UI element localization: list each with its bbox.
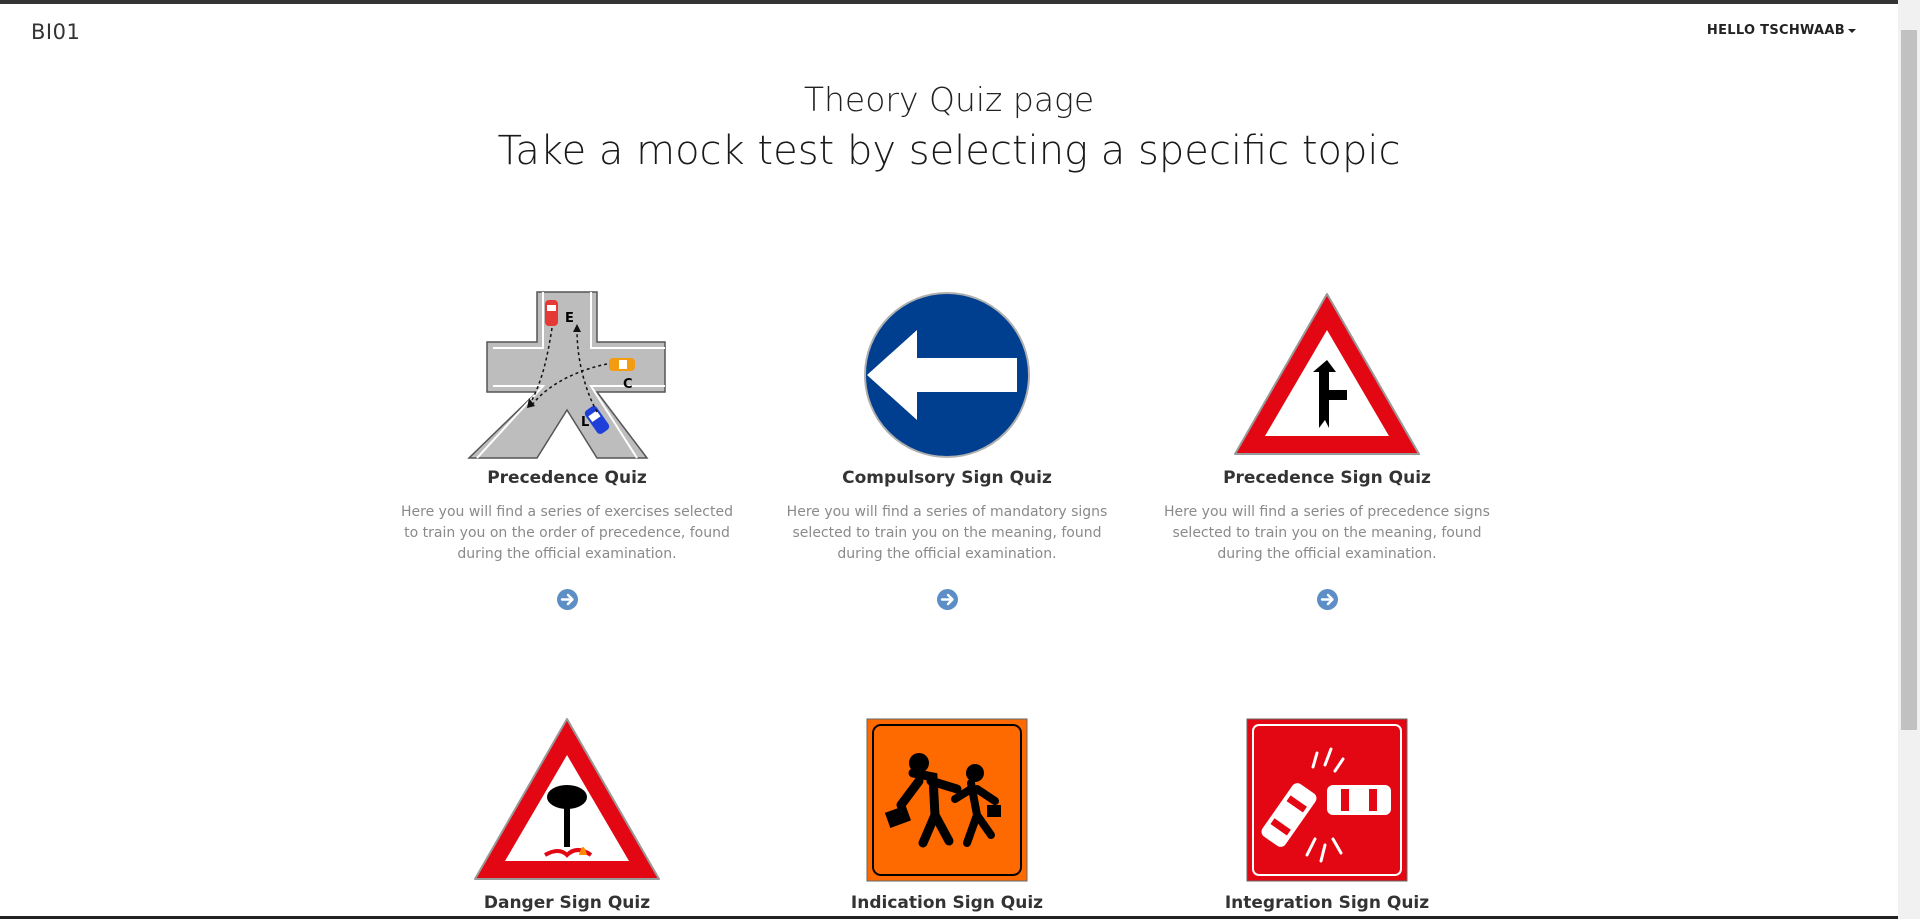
card-title: Compulsory Sign Quiz xyxy=(842,468,1052,488)
side-road-warning-sign xyxy=(1234,293,1420,455)
start-quiz-button[interactable] xyxy=(556,589,578,610)
arrow-right-circle-icon xyxy=(940,593,954,606)
navbar: BI01 HELLO TSCHWAAB xyxy=(0,4,1898,60)
card-description: Here you will find a series of exercises… xyxy=(401,504,733,562)
brand-logo[interactable]: BI01 xyxy=(31,20,80,44)
start-quiz-button[interactable] xyxy=(1316,589,1338,610)
user-menu-label: HELLO TSCHWAAB xyxy=(1706,23,1845,38)
fire-danger-warning-sign xyxy=(474,718,660,880)
label-c: C xyxy=(623,377,633,392)
compulsory-left-arrow-sign xyxy=(864,292,1030,458)
intersection-illustration: E C L xyxy=(467,291,666,459)
card-description: Here you will find a series of precedenc… xyxy=(1164,504,1490,562)
card-title: Precedence Quiz xyxy=(487,468,647,488)
arrow-right-circle-icon xyxy=(560,593,574,606)
quiz-card-precedence-sign: Precedence Sign Quiz Here you will find … xyxy=(1147,290,1507,610)
quiz-card-compulsory-sign: Compulsory Sign Quiz Here you will find … xyxy=(767,290,1127,610)
card-title: Integration Sign Quiz xyxy=(1224,893,1430,913)
label-l: L xyxy=(581,415,589,430)
arrow-right-circle-icon xyxy=(1320,593,1334,606)
page-title: Theory Quiz page xyxy=(803,80,1095,119)
start-quiz-button[interactable] xyxy=(936,589,958,610)
quiz-card-danger-sign: Danger Sign Quiz xyxy=(387,715,747,913)
caret-down-icon xyxy=(1848,28,1856,33)
quiz-card-precedence: E C L Precedence Quiz Here you will find… xyxy=(387,290,747,610)
scrollbar-thumb[interactable] xyxy=(1901,30,1917,730)
accident-sign xyxy=(1246,718,1408,882)
quiz-card-indication-sign: Indication Sign Quiz xyxy=(767,715,1127,913)
card-description: Here you will find a series of mandatory… xyxy=(786,504,1108,562)
school-children-sign xyxy=(866,718,1028,882)
quiz-card-integration-sign: Integration Sign Quiz xyxy=(1147,715,1507,913)
page-subtitle: Take a mock test by selecting a specific… xyxy=(497,128,1401,174)
vertical-scrollbar[interactable] xyxy=(1898,0,1920,919)
card-title: Danger Sign Quiz xyxy=(483,893,651,913)
card-title: Indication Sign Quiz xyxy=(850,893,1044,913)
label-e: E xyxy=(565,311,574,326)
user-menu-dropdown[interactable]: HELLO TSCHWAAB xyxy=(1707,23,1856,38)
card-title: Precedence Sign Quiz xyxy=(1223,468,1431,488)
